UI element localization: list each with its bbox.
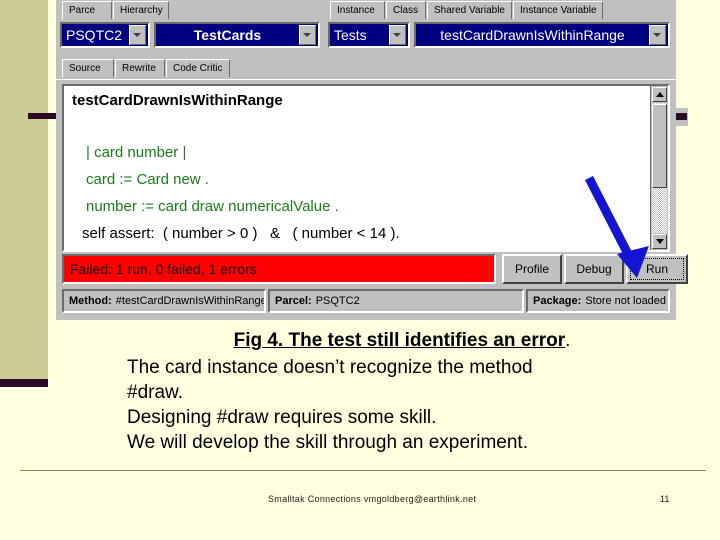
protocol-selector-value: Tests [334, 27, 367, 43]
method-signature: testCardDrawnIsWithinRange [72, 92, 283, 109]
footer-credit: Smalltak Connections vmgoldberg@earthlin… [268, 494, 477, 504]
tab-source[interactable]: Source [62, 59, 114, 77]
code-line-1: | card number | [86, 144, 187, 161]
profile-button[interactable]: Profile [502, 254, 562, 284]
status-parcel: Parcel: PSQTC2 [268, 289, 524, 313]
code-line-4: self assert: ( number > 0 ) & ( number <… [82, 225, 400, 242]
triangle-up-icon[interactable] [652, 87, 667, 102]
code-line-2: card := Card new . [86, 171, 209, 188]
source-code-pane[interactable]: testCardDrawnIsWithinRange | card number… [62, 84, 670, 252]
status-package: Package: Store not loaded [526, 289, 670, 313]
footer-divider [20, 470, 706, 471]
protocol-selector[interactable]: Tests [328, 22, 410, 48]
footer-page-number: 11 [660, 494, 670, 504]
source-pane-scrollbar[interactable] [650, 86, 668, 250]
figure-caption-underlined: Fig 4. The test still identifies an erro… [233, 330, 566, 351]
status-parcel-label: Parcel: [275, 295, 312, 307]
figure-caption-period: . [565, 330, 571, 351]
status-method-label: Method: [69, 295, 112, 307]
tab-instance[interactable]: Instance [330, 1, 385, 19]
triangle-down-icon[interactable] [652, 234, 667, 249]
status-parcel-value: PSQTC2 [315, 295, 360, 307]
code-line-3: number := card draw numericalValue . [86, 198, 339, 215]
debug-button[interactable]: Debug [564, 254, 624, 284]
chevron-down-icon[interactable] [649, 25, 666, 45]
focus-ring [630, 258, 684, 280]
tab-class[interactable]: Class [386, 1, 426, 19]
caption-line-2: #draw. [127, 382, 183, 403]
status-method: Method: #testCardDrawnIsWithinRange (Te [62, 289, 266, 313]
figure-caption-line: Fig 4. The test still identifies an erro… [122, 328, 682, 353]
status-method-value: #testCardDrawnIsWithinRange (Te [115, 295, 266, 307]
scrollbar-thumb[interactable] [652, 104, 667, 188]
method-selector-value: testCardDrawnIsWithinRange [440, 27, 625, 43]
tab-parcel[interactable]: Parce [62, 1, 112, 19]
parcel-selector-value: PSQTC2 [66, 27, 123, 43]
slide-canvas: Parce Hierarchy Instance Class Shared Va… [0, 0, 720, 540]
test-result-status-bar: Failed: 1 run, 0 failed, 1 errors [62, 254, 496, 284]
debug-button-label: Debug [576, 262, 612, 276]
left-olive-band [0, 0, 48, 380]
chevron-down-icon[interactable] [299, 25, 316, 45]
smalltalk-browser-window: Parce Hierarchy Instance Class Shared Va… [56, 0, 688, 320]
run-button[interactable]: Run [626, 254, 688, 284]
method-selector[interactable]: testCardDrawnIsWithinRange [414, 22, 670, 48]
chevron-down-icon[interactable] [129, 25, 146, 45]
chevron-down-icon[interactable] [389, 25, 406, 45]
tab-instance-variable[interactable]: Instance Variable [513, 1, 603, 19]
profile-button-label: Profile [514, 262, 549, 276]
tab-hierarchy[interactable]: Hierarchy [113, 1, 169, 19]
caption-line-3: Designing #draw requires some skill. [127, 407, 437, 428]
status-package-value: Store not loaded [585, 295, 667, 307]
caption-line-4: We will develop the skill through an exp… [127, 432, 528, 453]
slide-caption: Fig 4. The test still identifies an erro… [122, 328, 682, 455]
tab-rewrite[interactable]: Rewrite [115, 59, 165, 77]
tabstrip-underline [56, 79, 676, 80]
selector-row: PSQTC2 TestCards Tests testCardDrawnIsWi… [56, 22, 676, 50]
tab-code-critic[interactable]: Code Critic [166, 59, 230, 77]
top-tabstrip: Parce Hierarchy Instance Class Shared Va… [56, 0, 676, 20]
source-tabstrip: Source Rewrite Code Critic [56, 58, 676, 80]
status-package-label: Package: [533, 295, 582, 307]
class-selector[interactable]: TestCards [154, 22, 320, 48]
caption-line-1: The card instance doesn’t recognize the … [127, 357, 533, 378]
tab-shared-variable[interactable]: Shared Variable [427, 1, 512, 19]
decorative-rule-bottom [0, 379, 48, 387]
parcel-selector[interactable]: PSQTC2 [60, 22, 150, 48]
class-selector-value: TestCards [193, 27, 262, 43]
